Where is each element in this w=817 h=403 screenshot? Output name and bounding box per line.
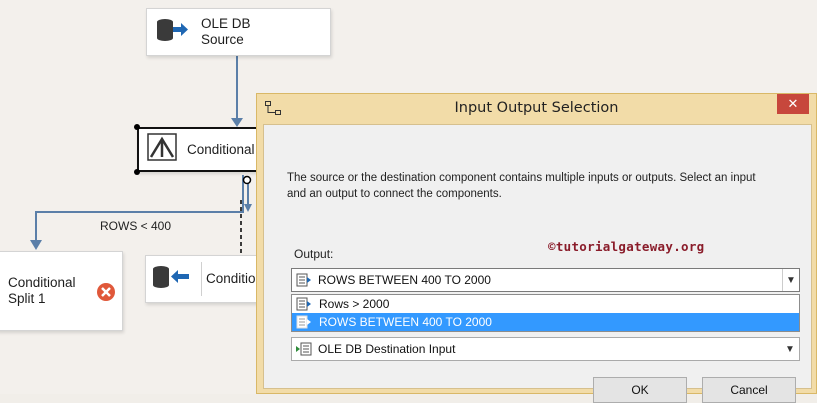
error-icon xyxy=(96,282,116,307)
dropdown-option-label: ROWS BETWEEN 400 TO 2000 xyxy=(319,315,492,329)
description-line: The source or the destination component … xyxy=(287,172,756,184)
output-icon xyxy=(296,273,312,287)
ok-button[interactable]: OK xyxy=(593,377,687,403)
close-button[interactable]: ✕ xyxy=(777,94,809,114)
output-dropdown-list: Rows > 2000 ROWS BETWEEN 400 TO 2000 xyxy=(291,294,800,332)
ole-db-destination-node[interactable]: Condition xyxy=(145,255,263,303)
node-label-line: Conditional xyxy=(8,275,76,290)
output-select[interactable]: ROWS BETWEEN 400 TO 2000 ▼ xyxy=(291,268,800,292)
conditional-split-1-node[interactable]: Conditional Split 1 xyxy=(0,251,123,331)
chevron-down-icon[interactable]: ▼ xyxy=(782,269,799,291)
dialog-titlebar[interactable]: Input Output Selection ✕ xyxy=(257,94,816,122)
input-output-selection-dialog: Input Output Selection ✕ The source or t… xyxy=(256,93,817,403)
output-label: Output: xyxy=(294,247,334,261)
node-label-line: OLE DB xyxy=(201,16,251,31)
selection-handle[interactable] xyxy=(134,169,140,175)
cancel-button[interactable]: Cancel xyxy=(702,377,796,403)
database-source-icon xyxy=(155,17,189,48)
dialog-body: The source or the destination component … xyxy=(263,124,812,403)
node-label-line: Split 1 xyxy=(8,291,46,306)
dropdown-option-label: Rows > 2000 xyxy=(319,297,390,311)
path-label: ROWS < 400 xyxy=(100,219,172,233)
input-select[interactable]: OLE DB Destination Input ▼ xyxy=(291,337,800,361)
selection-handle[interactable] xyxy=(134,124,140,130)
database-destination-icon xyxy=(151,264,191,295)
dropdown-option-selected[interactable]: ROWS BETWEEN 400 TO 2000 xyxy=(292,313,799,331)
output-icon xyxy=(296,297,312,311)
node-label-line: Source xyxy=(201,32,244,47)
destination-label: Condition xyxy=(201,262,263,296)
output-selected-value: ROWS BETWEEN 400 TO 2000 xyxy=(318,273,491,287)
conditional-split-label: Conditional xyxy=(187,141,255,157)
dropdown-option[interactable]: Rows > 2000 xyxy=(292,295,799,313)
input-selected-value: OLE DB Destination Input xyxy=(318,342,456,356)
dialog-title: Input Output Selection xyxy=(454,100,619,116)
dialog-description: The source or the destination component … xyxy=(287,170,787,202)
watermark-text: ©tutorialgateway.org xyxy=(548,239,705,254)
description-line: and an output to connect the components. xyxy=(287,188,502,200)
output-icon xyxy=(296,315,312,329)
ole-db-source-node[interactable]: OLE DB Source xyxy=(146,8,331,56)
ole-db-source-label: OLE DB Source xyxy=(201,16,251,48)
conditional-split-node[interactable]: Conditional xyxy=(137,127,267,172)
input-icon xyxy=(296,342,312,356)
chevron-down-icon[interactable]: ▼ xyxy=(781,338,799,360)
conditional-split-icon xyxy=(147,133,177,166)
conditional-split-1-label: Conditional Split 1 xyxy=(8,275,76,307)
